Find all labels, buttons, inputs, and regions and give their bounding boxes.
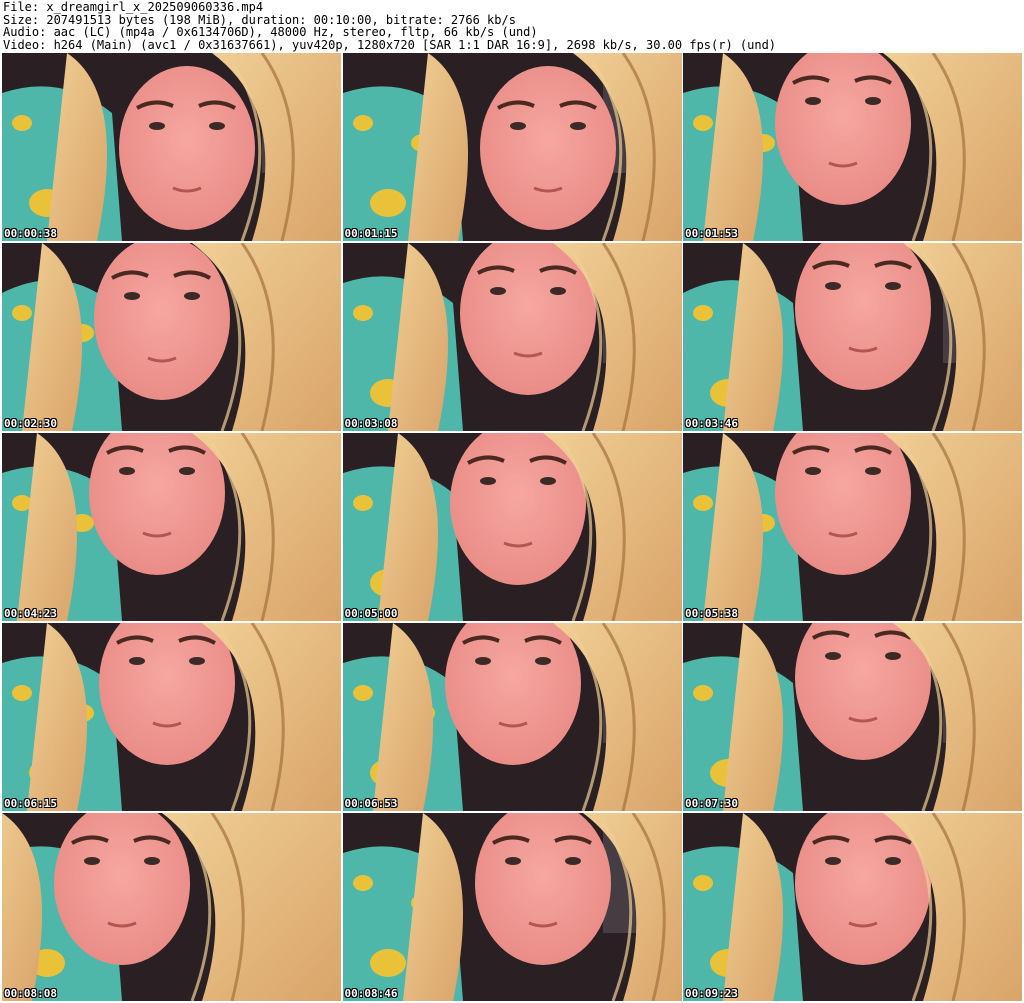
video-thumbnail: 00:03:46 [683, 243, 1022, 431]
thumbnail-timestamp: 00:00:38 [4, 227, 57, 240]
thumbnail-grid: 00:00:38 00:01:15 00:01:53 00:02:30 00:0… [2, 53, 1022, 1001]
thumbnail-timestamp: 00:08:46 [344, 987, 398, 1000]
thumbnail-frame-image [683, 53, 1022, 241]
thumbnail-frame-image [2, 53, 341, 241]
thumbnail-frame-image [342, 813, 682, 1001]
thumbnail-timestamp: 00:01:53 [685, 227, 738, 240]
video-thumbnail: 00:02:30 [2, 243, 341, 431]
thumbnail-frame-image [342, 433, 682, 621]
video-thumbnail: 00:05:00 [342, 433, 682, 621]
thumbnail-timestamp: 00:05:00 [344, 607, 398, 620]
thumbnail-frame-image [2, 433, 341, 621]
thumbnail-timestamp: 00:06:53 [344, 797, 398, 810]
thumbnail-frame-image [2, 813, 341, 1001]
file-info-header: File: x_dreamgirl_x_202509060336.mp4 Siz… [3, 1, 1021, 51]
thumbnail-timestamp: 00:03:46 [685, 417, 738, 430]
video-thumbnail: 00:08:46 [342, 813, 682, 1001]
thumbnail-timestamp: 00:01:15 [344, 227, 398, 240]
video-thumbnail: 00:05:38 [683, 433, 1022, 621]
thumbnail-frame-image [683, 813, 1022, 1001]
video-thumbnail: 00:04:23 [2, 433, 341, 621]
thumbnail-timestamp: 00:05:38 [685, 607, 738, 620]
thumbnail-frame-image [683, 433, 1022, 621]
video-thumbnail: 00:07:30 [683, 623, 1022, 811]
file-name-line: File: x_dreamgirl_x_202509060336.mp4 [3, 0, 264, 14]
video-thumbnail: 00:06:53 [342, 623, 682, 811]
thumbnail-timestamp: 00:04:23 [4, 607, 57, 620]
video-thumbnail: 00:01:15 [342, 53, 682, 241]
thumbnail-timestamp: 00:09:23 [685, 987, 738, 1000]
video-thumbnail: 00:01:53 [683, 53, 1022, 241]
video-thumbnail: 00:06:15 [2, 623, 341, 811]
thumbnail-timestamp: 00:06:15 [4, 797, 57, 810]
video-thumbnail: 00:09:23 [683, 813, 1022, 1001]
thumbnail-timestamp: 00:08:08 [4, 987, 57, 1000]
thumbnail-timestamp: 00:02:30 [4, 417, 57, 430]
thumbnail-frame-image [2, 243, 341, 431]
thumbnail-frame-image [342, 623, 682, 811]
audio-info-line: Audio: aac (LC) (mp4a / 0x6134706D), 480… [3, 25, 538, 39]
thumbnail-timestamp: 00:07:30 [685, 797, 738, 810]
thumbnail-frame-image [2, 623, 341, 811]
video-info-line: Video: h264 (Main) (avc1 / 0x31637661), … [3, 37, 777, 52]
video-thumbnail: 00:03:08 [342, 243, 682, 431]
video-thumbnail: 00:00:38 [2, 53, 341, 241]
thumbnail-frame-image [342, 53, 682, 241]
thumbnail-frame-image [342, 243, 682, 431]
thumbnail-timestamp: 00:03:08 [344, 417, 398, 430]
thumbnail-frame-image [683, 623, 1022, 811]
thumbnail-frame-image [683, 243, 1022, 431]
video-thumbnail: 00:08:08 [2, 813, 341, 1001]
